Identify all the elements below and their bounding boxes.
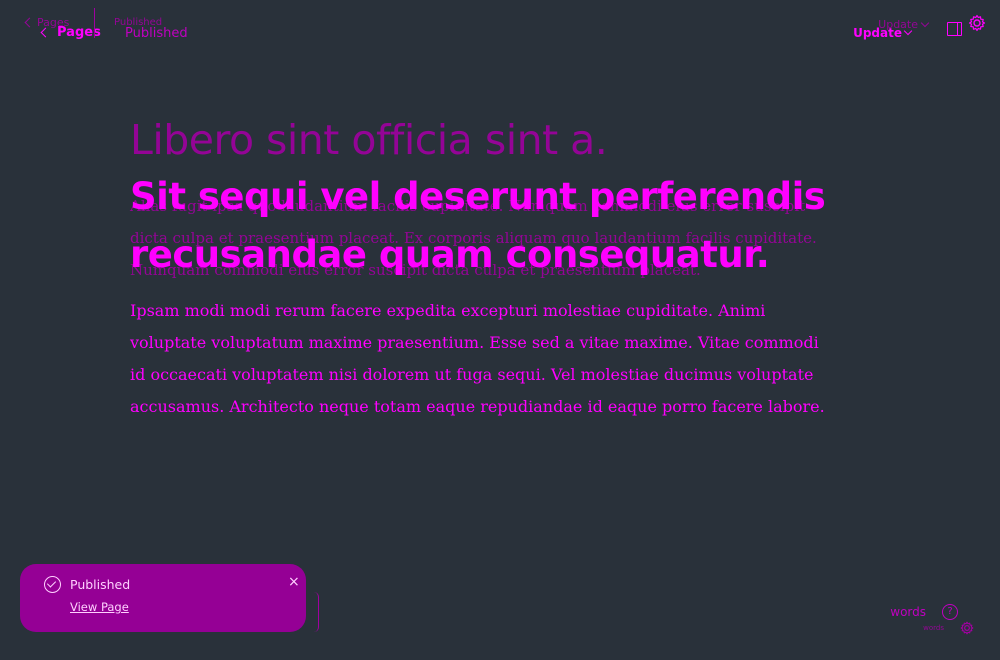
topbar-divider — [94, 8, 95, 38]
word-count-label: words — [890, 605, 926, 619]
word-count-ghost: words — [923, 624, 944, 632]
chevron-down-icon — [920, 18, 930, 27]
toast-bracket-decoration — [314, 592, 319, 632]
update-label: Update — [853, 26, 902, 40]
view-page-link[interactable]: View Page — [70, 600, 129, 614]
post-status: Published — [125, 26, 188, 41]
gear-icon-svg — [968, 14, 986, 32]
gear-icon[interactable] — [960, 620, 974, 635]
close-icon[interactable]: × — [288, 575, 300, 589]
post-title[interactable]: Sit sequi vel deserunt perferendis recus… — [130, 168, 870, 284]
post-body-paragraph[interactable]: Ipsam modi modi rerum facere expedita ex… — [130, 295, 830, 423]
chevron-left-icon — [40, 27, 51, 38]
check-circle-icon — [44, 576, 61, 593]
published-toast: Published View Page × — [20, 564, 306, 632]
update-button[interactable]: Update — [853, 26, 913, 40]
back-to-pages-button[interactable]: Pages — [40, 25, 101, 40]
toast-title: Published — [70, 577, 131, 592]
help-icon[interactable]: ? — [942, 604, 958, 620]
sidebar-panel-icon[interactable] — [947, 22, 962, 36]
footer-gear-icon-svg — [960, 621, 974, 635]
chevron-down-icon — [903, 26, 913, 36]
chevron-left-icon — [24, 17, 35, 28]
title-ghost: Libero sint officia sint a. — [130, 116, 608, 164]
topbar-right: Update Update — [818, 12, 988, 48]
gear-icon[interactable] — [968, 14, 986, 32]
